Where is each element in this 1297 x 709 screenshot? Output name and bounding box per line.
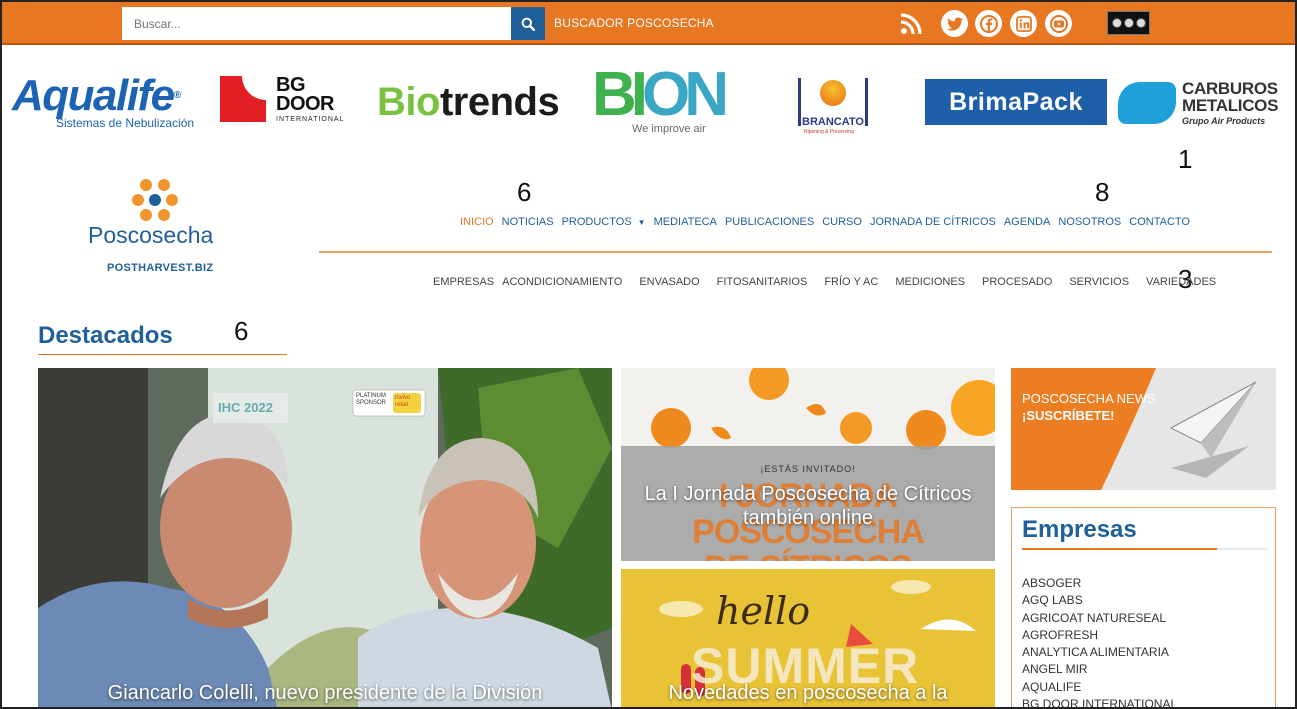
empresa-link[interactable]: BG DOOR INTERNATIONAL [1022,696,1177,707]
empresas-title: Empresas [1022,516,1137,543]
facebook-icon[interactable] [975,10,1002,37]
sponsor-brimapack-logo[interactable]: BrimaPack [925,79,1107,125]
summer-bg-hello: hello [716,589,811,633]
bgdoor-mark-icon [220,76,266,122]
newsletter-banner[interactable]: POSCOSECHA NEWS ¡SUSCRÍBETE! [1011,368,1276,490]
nav-item-noticias[interactable]: NOTICIAS [502,216,554,228]
subnav-item-procesado[interactable]: PROCESADO [982,276,1052,288]
fruit-icon [820,80,846,106]
empresas-underline [1022,548,1217,550]
creative-commons-badge[interactable] [1107,11,1150,35]
linkedin-icon[interactable] [1010,10,1037,37]
photo-banner-brand: invivo retail [395,395,411,408]
annotation-number: 6 [517,177,532,207]
nav-item-nosotros[interactable]: NOSOTROS [1058,216,1121,228]
empresa-link[interactable]: AGRICOAT NATURESEAL [1022,610,1177,627]
photo-banner-sponsor: PLATINUM SPONSOR [356,393,387,406]
nav-item-inicio[interactable]: INICIO [460,216,494,228]
youtube-icon[interactable] [1045,10,1072,37]
empresa-link[interactable]: ANGEL MIR [1022,661,1177,678]
brand-name[interactable]: Poscosecha [88,222,213,249]
featured-card-citricos[interactable]: ¡ESTÁS INVITADO! I JORNADA POSCOSECHADE … [621,368,995,561]
featured-card-summer-title[interactable]: Novedades en poscosecha a la [621,681,995,705]
newsletter-text: POSCOSECHA NEWS ¡SUSCRÍBETE! [1022,391,1156,423]
empresas-list: ABSOGER AGQ LABS AGRICOAT NATURESEAL AGR… [1022,575,1177,707]
nav-item-curso[interactable]: CURSO [822,216,862,228]
paper-plane-banner [1011,368,1276,490]
empresa-link[interactable]: ANALYTICA ALIMENTARIA [1022,644,1177,661]
annotation-number: 6 [234,316,249,346]
subnav-item-frio-ac[interactable]: FRÍO Y AC [824,276,878,288]
featured-photo [38,368,612,707]
section-underline [38,354,287,355]
subnav-item-fitosanitarios[interactable]: FITOSANITARIOS [717,276,808,288]
empresas-widget: Empresas ABSOGER AGQ LABS AGRICOAT NATUR… [1011,507,1276,707]
featured-card-main[interactable]: IHC 2022 PLATINUM SPONSOR invivo retail Gi… [38,368,612,707]
search-label-link[interactable]: BUSCADOR POSCOSECHA [554,16,714,30]
subnav-item-servicios[interactable]: SERVICIOS [1069,276,1129,288]
poscosecha-logo-icon[interactable] [132,179,180,223]
rss-icon[interactable] [897,10,924,37]
subnav-item-empresas[interactable]: EMPRESAS [433,276,494,288]
sa-icon [1135,18,1146,28]
sponsor-bion-logo[interactable]: BION We improve air [592,64,729,136]
sponsor-aqualife-logo[interactable]: Aqualife® Sistemas de Nebulización [12,74,194,131]
nav-divider [319,251,1272,253]
sponsor-brancato-logo[interactable]: BRANCATO Ripening & Preserving [798,70,873,138]
subnav-item-envasado[interactable]: ENVASADO [639,276,699,288]
empresa-link[interactable]: AGROFRESH [1022,627,1177,644]
by-icon [1123,18,1134,28]
nav-item-productos-label: PRODUCTOS [561,216,632,228]
subnav-item-variedades[interactable]: VARIEDADES [1146,276,1216,288]
twitter-icon[interactable] [941,10,968,37]
citricos-invite: ¡ESTÁS INVITADO! [760,464,856,474]
empresa-link[interactable]: ABSOGER [1022,575,1177,592]
section-title-destacados: Destacados [38,322,173,349]
annotation-number: 8 [1095,177,1110,207]
search-icon [521,17,535,31]
featured-card-citricos-title[interactable]: La I Jornada Poscosecha de Cítricos tamb… [621,482,995,530]
nav-item-contacto[interactable]: CONTACTO [1129,216,1190,228]
subnav-item-mediciones[interactable]: MEDICIONES [895,276,965,288]
empresa-link[interactable]: AQUALIFE [1022,679,1177,696]
top-bar: BUSCADOR POSCOSECHA [2,2,1295,45]
nav-item-mediateca[interactable]: MEDIATECA [654,216,717,228]
nav-item-jornada-citricos[interactable]: JORNADA DE CÍTRICOS [870,216,996,228]
page-frame: BUSCADOR POSCOSECHA Aqualife® Sistemas d… [0,0,1297,709]
photo-banner-ihc: IHC 2022 [218,400,273,415]
cc-icon [1111,18,1122,28]
brand-subtitle[interactable]: POSTHARVEST.BIZ [107,262,213,274]
main-nav: INICIO NOTICIAS PRODUCTOS ▼ MEDIATECA PUB… [460,216,1190,228]
featured-card-main-title[interactable]: Giancarlo Colelli, nuevo presidente de l… [38,681,612,705]
sponsor-biotrends-logo[interactable]: Biotrends [377,80,560,125]
search-button[interactable] [511,7,545,40]
search-input[interactable] [122,7,512,40]
caret-down-icon: ▼ [637,218,646,227]
sponsor-carburos-logo[interactable]: CARBUROS METALICOS Grupo Air Products [1118,80,1283,130]
annotation-number: 1 [1178,144,1193,174]
subnav-item-acondicionamiento[interactable]: ACONDICIONAMIENTO [502,276,622,288]
empresa-link[interactable]: AGQ LABS [1022,592,1177,609]
nav-item-publicaciones[interactable]: PUBLICACIONES [725,216,814,228]
nav-item-agenda[interactable]: AGENDA [1004,216,1050,228]
nav-item-productos[interactable]: PRODUCTOS ▼ [562,216,646,228]
featured-card-summer[interactable]: hello SUMMER Novedades en poscosecha a l… [621,569,995,707]
sub-nav: EMPRESAS ACONDICIONAMIENTO ENVASADO FITO… [433,276,1216,288]
carburos-mark-icon [1118,82,1176,124]
sponsor-bgdoor-logo[interactable]: BG DOOR INTERNATIONAL [220,75,355,128]
